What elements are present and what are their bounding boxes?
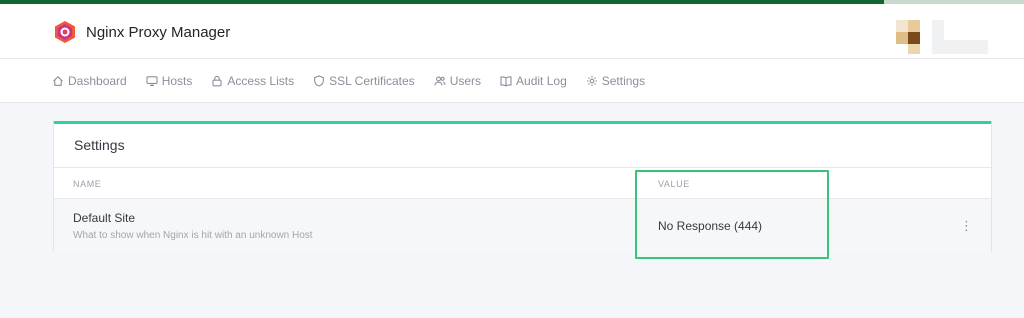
nav-item-hosts[interactable]: Hosts	[146, 74, 193, 88]
shield-icon	[314, 75, 324, 87]
nav-item-audit-log[interactable]: Audit Log	[500, 74, 567, 88]
user-avatar[interactable]	[896, 20, 988, 54]
lock-icon	[212, 75, 222, 87]
row-actions-menu-icon[interactable]: ⋮	[960, 219, 973, 233]
app-header: Nginx Proxy Manager	[0, 4, 1024, 59]
nav-item-label: Settings	[601, 74, 646, 88]
nav-item-users[interactable]: Users	[434, 74, 481, 88]
nav-item-dashboard[interactable]: Dashboard	[52, 74, 127, 88]
nav-item-label: Dashboard	[68, 74, 127, 88]
setting-name: Default Site	[73, 211, 136, 225]
card-title: Settings	[74, 137, 125, 153]
book-icon	[500, 76, 512, 87]
nav-item-label: Hosts	[161, 74, 193, 88]
table-header: NAME VALUE	[54, 168, 991, 198]
nav-item-label: Audit Log	[516, 74, 567, 88]
value-highlight-box	[635, 170, 829, 259]
column-header-name: NAME	[73, 179, 102, 189]
monitor-icon	[146, 76, 158, 87]
users-icon	[434, 76, 446, 86]
nav-item-label: SSL Certificates	[329, 74, 415, 88]
gear-icon	[586, 76, 597, 86]
brand[interactable]: Nginx Proxy Manager	[54, 18, 230, 46]
main-nav: Dashboard Hosts Access Lists SSL Certifi…	[0, 59, 1024, 103]
nav-item-label: Access Lists	[227, 74, 295, 88]
setting-description: What to show when Nginx is hit with an u…	[73, 230, 313, 241]
nav-item-ssl-certificates[interactable]: SSL Certificates	[313, 74, 415, 88]
nginx-proxy-manager-logo-icon	[55, 21, 75, 43]
table-row: Default Site What to show when Nginx is …	[54, 198, 991, 252]
nav-item-label: Users	[449, 74, 482, 88]
app-title: Nginx Proxy Manager	[86, 23, 231, 41]
settings-card: Settings NAME VALUE Default Site What to…	[53, 121, 992, 252]
nav-item-access-lists[interactable]: Access Lists	[211, 74, 294, 88]
nav-item-settings[interactable]: Settings	[586, 74, 645, 88]
home-icon	[53, 76, 63, 86]
